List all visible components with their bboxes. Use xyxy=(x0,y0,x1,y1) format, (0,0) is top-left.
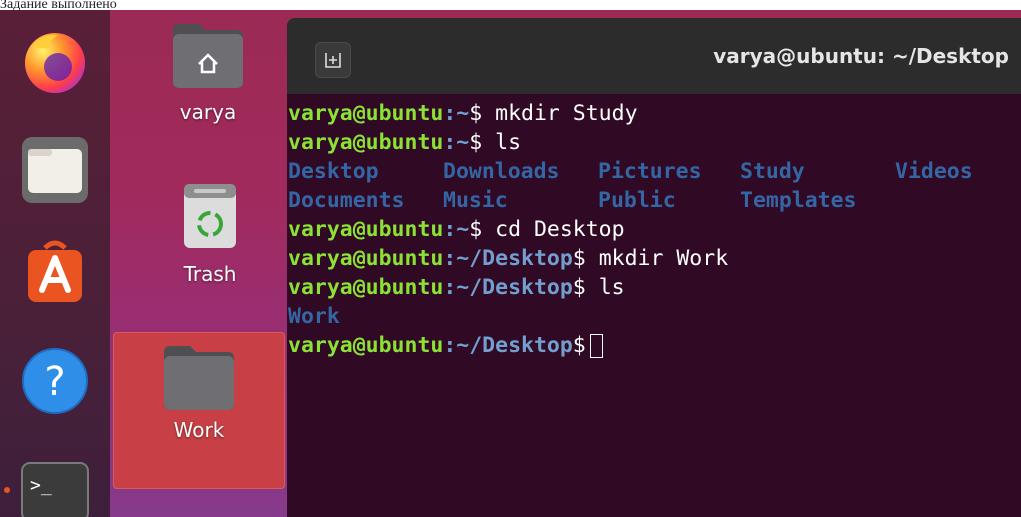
work-folder-icon xyxy=(164,346,234,410)
dir-entry: Pictures xyxy=(598,159,702,184)
trash-label: Trash xyxy=(183,262,237,286)
terminal-window[interactable]: varya@ubuntu: ~/Desktop varya@ubuntu:~$ … xyxy=(287,18,1021,517)
dir-entry: Videos xyxy=(895,159,973,184)
dir-entry: Study xyxy=(740,159,805,184)
trash[interactable]: Trash xyxy=(150,180,270,286)
terminal-prompt[interactable]: varya@ubuntu:~/Desktop$ xyxy=(288,331,1021,360)
running-indicator xyxy=(4,487,10,493)
home-folder-label: varya xyxy=(179,100,237,124)
help-icon[interactable]: ? xyxy=(20,346,90,416)
files-icon[interactable] xyxy=(20,135,90,205)
work-folder[interactable]: Work xyxy=(113,332,285,489)
home-folder[interactable]: varya xyxy=(148,20,268,124)
dir-entry xyxy=(895,186,1015,215)
terminal-line: varya@ubuntu:~/Desktop$ ls xyxy=(288,275,625,300)
terminal-title: varya@ubuntu: ~/Desktop xyxy=(713,44,1009,68)
ls-output-home: Desktop Downloads Pictures Study Videos Docum… xyxy=(288,157,1021,215)
dir-entry: Public xyxy=(598,188,676,213)
dir-entry: Work xyxy=(288,304,340,329)
dir-entry: Downloads xyxy=(443,159,560,184)
terminal-line: varya@ubuntu:~$ mkdir Study xyxy=(288,101,638,126)
text-cursor xyxy=(589,334,603,358)
dock: ? >_ xyxy=(0,10,110,517)
dir-entry: Documents xyxy=(288,188,405,213)
svg-text:>_: >_ xyxy=(30,475,52,496)
terminal-output[interactable]: varya@ubuntu:~$ mkdir Study varya@ubuntu:… xyxy=(287,94,1021,360)
home-folder-icon xyxy=(173,24,243,88)
terminal-line: varya@ubuntu:~/Desktop$ mkdir Work xyxy=(288,246,729,271)
terminal-line: varya@ubuntu:~$ cd Desktop xyxy=(288,217,625,242)
desktop: ? >_ varya Trash Work varya@ubuntu: ~/De… xyxy=(0,10,1021,517)
ls-output-desktop: Work xyxy=(288,302,1021,331)
dir-entry: Templates xyxy=(740,188,857,213)
work-folder-label: Work xyxy=(173,418,225,442)
svg-text:?: ? xyxy=(44,359,65,405)
trash-icon xyxy=(184,184,236,248)
firefox-icon[interactable] xyxy=(20,27,90,97)
dir-entry: Desktop xyxy=(288,159,379,184)
appstore-icon[interactable] xyxy=(20,238,90,308)
terminal-header: varya@ubuntu: ~/Desktop xyxy=(287,18,1021,94)
terminal-line: varya@ubuntu:~$ ls xyxy=(288,130,522,155)
terminal-icon[interactable]: >_ xyxy=(20,457,90,517)
page-caption: Задание выполнено xyxy=(0,0,1021,10)
dir-entry: Music xyxy=(443,188,508,213)
new-tab-icon[interactable] xyxy=(315,42,351,78)
